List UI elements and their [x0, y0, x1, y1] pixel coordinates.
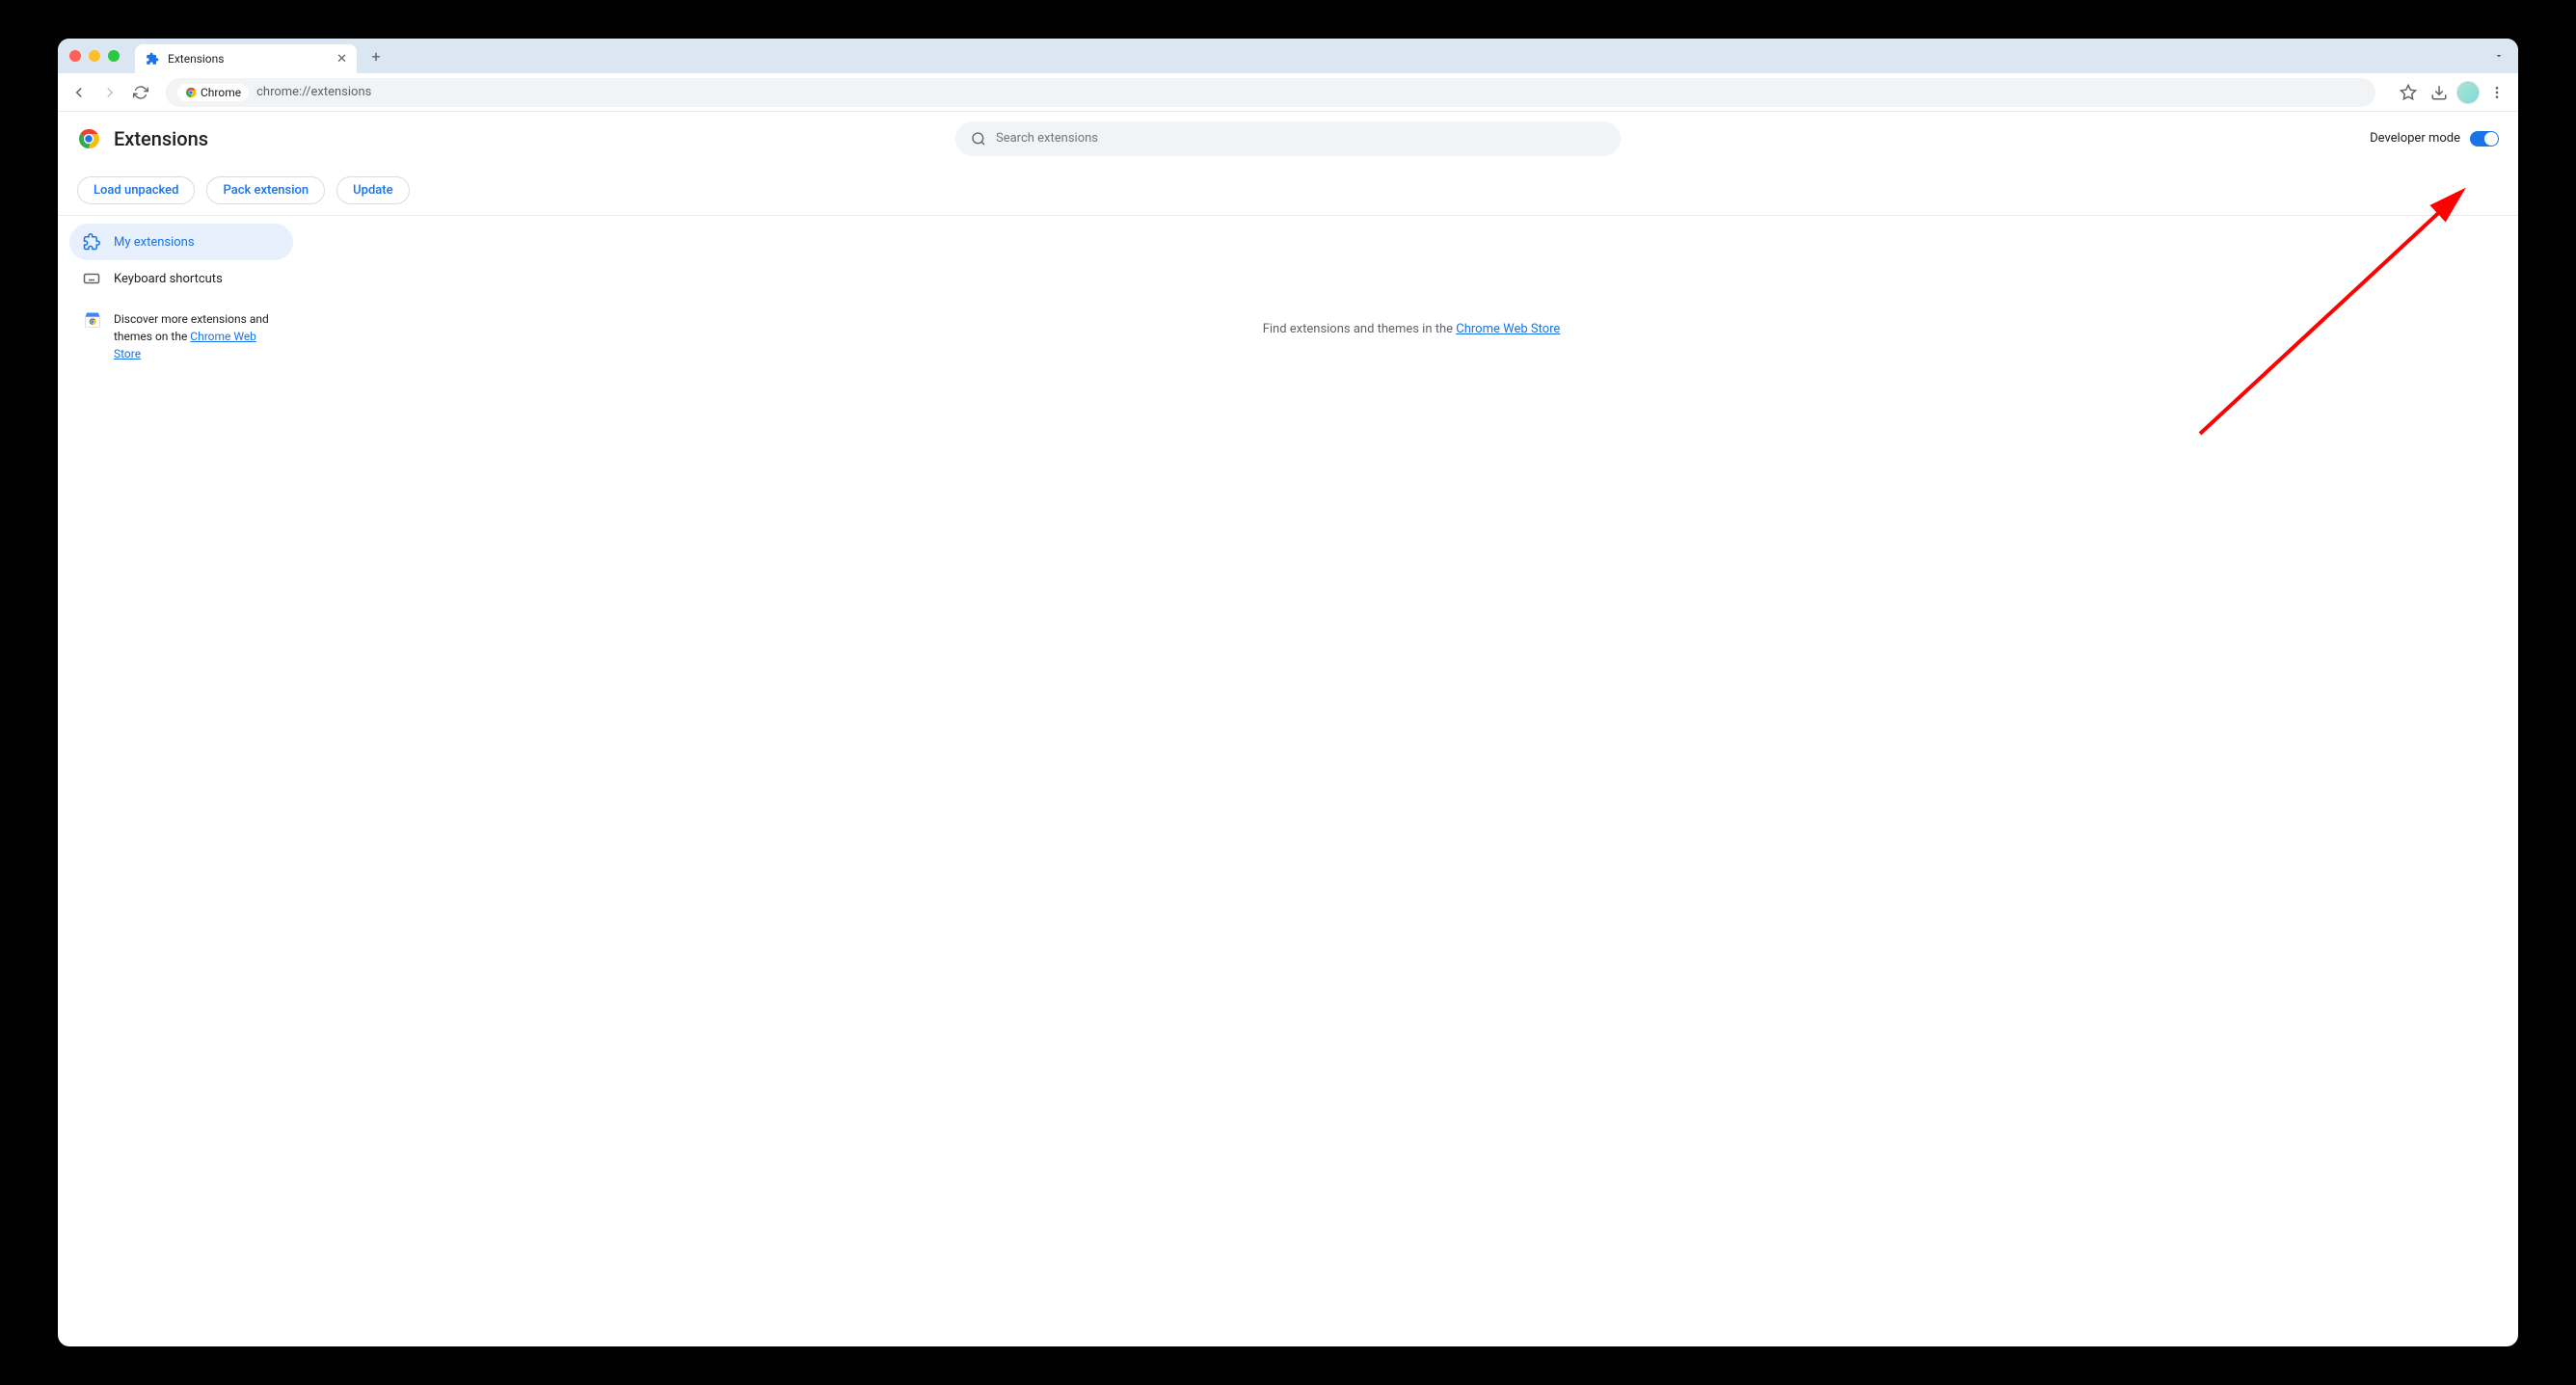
sidebar-item-keyboard-shortcuts[interactable]: Keyboard shortcuts: [69, 260, 293, 297]
chrome-web-store-link[interactable]: Chrome Web Store: [1456, 322, 1560, 336]
browser-tab[interactable]: Extensions ✕: [135, 44, 357, 73]
tab-title: Extensions: [168, 52, 224, 66]
extensions-header: Extensions Developer mode: [58, 112, 2518, 166]
page-title: Extensions: [114, 127, 208, 150]
site-chip-label: Chrome: [201, 86, 241, 99]
developer-mode-toggle[interactable]: [2470, 131, 2499, 146]
search-box[interactable]: [955, 121, 1621, 156]
sidebar-promo: Discover more extensions and themes on t…: [69, 297, 293, 376]
sidebar-item-my-extensions[interactable]: My extensions: [69, 224, 293, 260]
reload-button[interactable]: [127, 79, 154, 106]
back-button[interactable]: [66, 79, 93, 106]
developer-mode-label: Developer mode: [2370, 131, 2460, 146]
update-button[interactable]: Update: [336, 176, 409, 204]
sidebar-item-label: Keyboard shortcuts: [114, 272, 223, 286]
sidebar: My extensions Keyboard shortcuts Discove…: [58, 216, 305, 1346]
forward-button[interactable]: [96, 79, 123, 106]
window-controls: [66, 50, 127, 62]
browser-toolbar: Chrome chrome://extensions: [58, 73, 2518, 112]
window-minimize-button[interactable]: [89, 50, 100, 62]
site-chip[interactable]: Chrome: [177, 84, 249, 101]
bookmark-button[interactable]: [2395, 79, 2422, 106]
developer-buttons-row: Load unpacked Pack extension Update: [58, 166, 2518, 216]
search-icon: [971, 131, 986, 146]
new-tab-button[interactable]: +: [362, 42, 389, 69]
search-input[interactable]: [996, 131, 1605, 146]
downloads-button[interactable]: [2426, 79, 2453, 106]
web-store-icon: [83, 310, 102, 330]
pack-extension-button[interactable]: Pack extension: [206, 176, 325, 204]
sidebar-item-label: My extensions: [114, 235, 195, 250]
window-maximize-button[interactable]: [108, 50, 120, 62]
tabs-dropdown-button[interactable]: [2487, 44, 2510, 67]
developer-mode-control: Developer mode: [2370, 131, 2499, 146]
window-close-button[interactable]: [69, 50, 81, 62]
chrome-icon: [185, 87, 197, 98]
menu-button[interactable]: [2483, 79, 2510, 106]
tab-strip: Extensions ✕ +: [58, 39, 2518, 73]
url-text: chrome://extensions: [256, 85, 371, 99]
close-tab-button[interactable]: ✕: [336, 52, 347, 67]
extension-icon: [145, 51, 160, 67]
profile-avatar[interactable]: [2456, 81, 2480, 104]
address-bar[interactable]: Chrome chrome://extensions: [166, 78, 2375, 107]
empty-state-text: Find extensions and themes in the Chrome…: [305, 322, 2518, 336]
content-body: My extensions Keyboard shortcuts Discove…: [58, 216, 2518, 1346]
main-content: Find extensions and themes in the Chrome…: [305, 216, 2518, 1346]
extension-icon: [83, 233, 100, 251]
load-unpacked-button[interactable]: Load unpacked: [77, 176, 195, 204]
keyboard-icon: [83, 270, 100, 287]
chrome-logo-icon: [77, 127, 100, 150]
